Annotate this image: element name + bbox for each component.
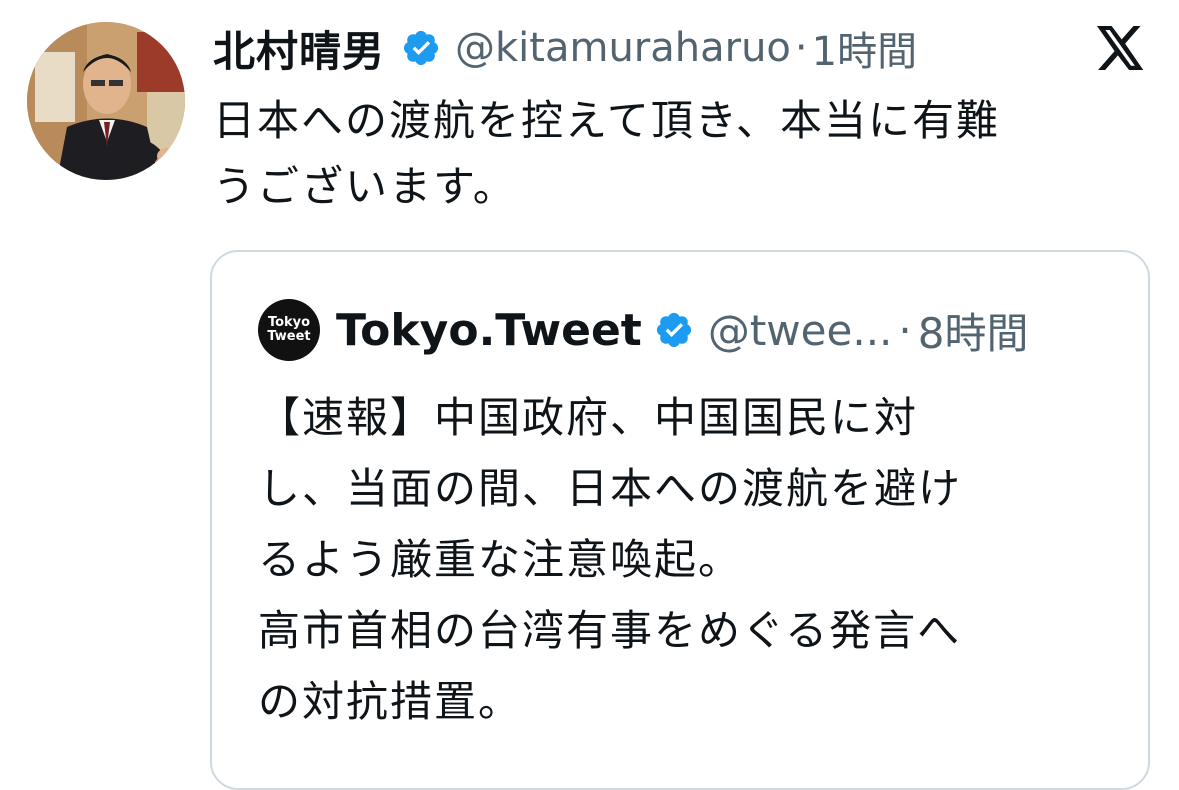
author-display-name[interactable]: 北村晴男 xyxy=(213,18,385,79)
avatar-text-line2: Tweet xyxy=(267,329,311,344)
time-separator: · xyxy=(794,25,808,71)
profile-photo-icon xyxy=(27,22,185,180)
author-avatar[interactable] xyxy=(27,22,185,180)
quoted-tweet-timestamp[interactable]: 8時間 xyxy=(918,300,1029,361)
avatar-text-line1: Tokyo xyxy=(267,315,311,330)
tweet-body: 日本への渡航を控えて頂き、本当に有難 うございます。 xyxy=(213,96,1000,211)
time-separator: · xyxy=(898,305,912,355)
tweet-header: 北村晴男 @kitamuraharuo · 1時間 xyxy=(213,16,917,80)
quoted-tweet-header: Tokyo Tweet Tokyo.Tweet @twee... · 8時間 xyxy=(258,298,1029,362)
verified-badge-icon xyxy=(654,310,694,350)
quoted-author-handle[interactable]: @twee... xyxy=(708,306,893,355)
quoted-tweet-card[interactable]: Tokyo Tweet Tokyo.Tweet @twee... · 8時間 【… xyxy=(210,250,1150,790)
quoted-tweet-body: 【速報】中国政府、中国国民に対 し、当面の間、日本への渡航を避け るよう厳重な注… xyxy=(258,393,963,726)
verified-badge-icon xyxy=(401,28,441,68)
x-logo-icon[interactable] xyxy=(1097,26,1145,70)
tweet-timestamp[interactable]: 1時間 xyxy=(812,19,917,77)
author-handle[interactable]: @kitamuraharuo xyxy=(455,25,791,71)
quoted-author-display-name[interactable]: Tokyo.Tweet xyxy=(336,305,642,356)
quoted-author-avatar[interactable]: Tokyo Tweet xyxy=(258,299,320,361)
